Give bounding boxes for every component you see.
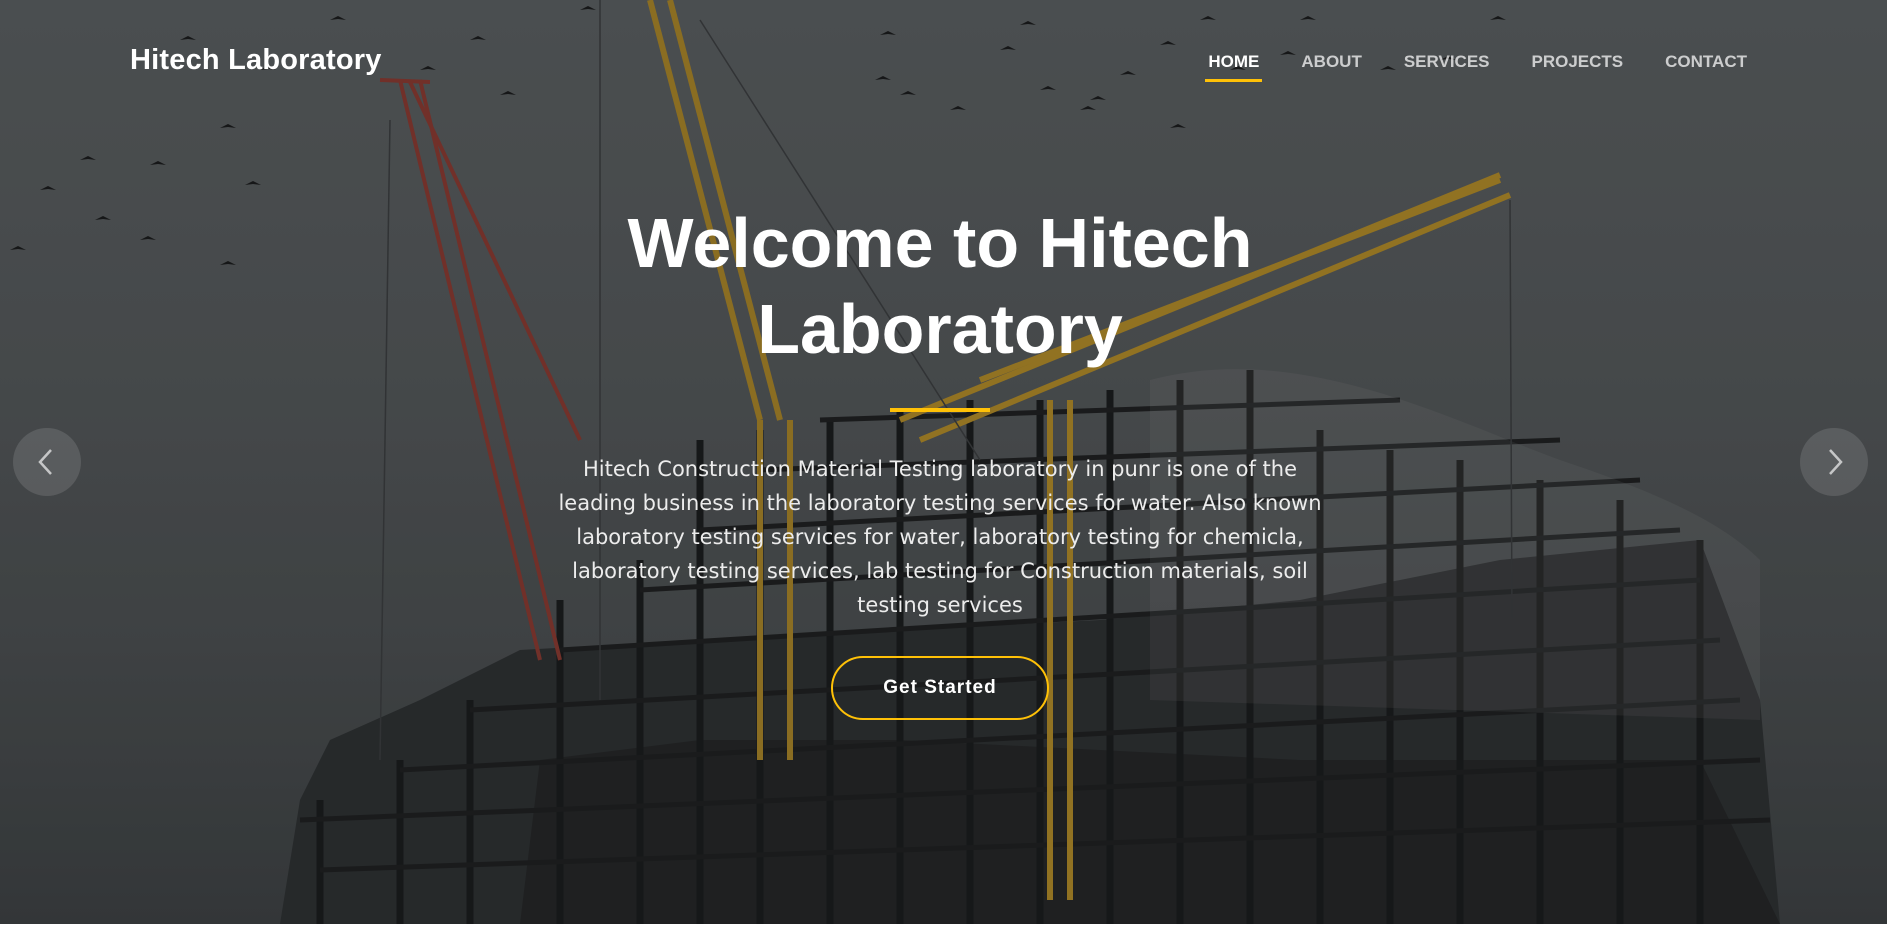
nav-item-contact[interactable]: CONTACT bbox=[1665, 52, 1747, 82]
nav-item-label: ABOUT bbox=[1301, 52, 1362, 71]
chevron-left-icon bbox=[38, 449, 52, 475]
main-nav: HOME ABOUT SERVICES PROJECTS CONTACT bbox=[1205, 52, 1747, 82]
chevron-right-icon bbox=[1829, 449, 1843, 475]
carousel-prev-button[interactable] bbox=[13, 428, 81, 496]
nav-active-indicator bbox=[1205, 79, 1263, 82]
hero-divider bbox=[890, 408, 990, 412]
nav-item-label: CONTACT bbox=[1665, 52, 1747, 71]
hero-title-line-2: Laboratory bbox=[757, 290, 1123, 368]
nav-item-projects[interactable]: PROJECTS bbox=[1532, 52, 1624, 82]
hero-description: Hitech Construction Material Testing lab… bbox=[558, 457, 1322, 617]
carousel-next-button[interactable] bbox=[1800, 428, 1868, 496]
site-header: Hitech Laboratory HOME ABOUT SERVICES PR… bbox=[0, 0, 1887, 128]
nav-item-services[interactable]: SERVICES bbox=[1404, 52, 1490, 82]
nav-item-home[interactable]: HOME bbox=[1205, 52, 1263, 82]
site-logo[interactable]: Hitech Laboratory bbox=[130, 44, 382, 77]
get-started-button[interactable]: Get Started bbox=[831, 656, 1049, 720]
page: Hitech Laboratory HOME ABOUT SERVICES PR… bbox=[0, 0, 1887, 927]
nav-item-about[interactable]: ABOUT bbox=[1301, 52, 1361, 82]
nav-item-label: HOME bbox=[1208, 52, 1260, 71]
hero-title: Welcome to Hitech Laboratory bbox=[520, 200, 1360, 372]
hero-content: Welcome to Hitech Laboratory Hitech Cons… bbox=[520, 200, 1360, 720]
nav-item-label: SERVICES bbox=[1403, 52, 1490, 71]
hero-section: Hitech Laboratory HOME ABOUT SERVICES PR… bbox=[0, 0, 1887, 924]
hero-title-line-1: Welcome to Hitech bbox=[627, 204, 1253, 282]
nav-item-label: PROJECTS bbox=[1531, 52, 1624, 71]
